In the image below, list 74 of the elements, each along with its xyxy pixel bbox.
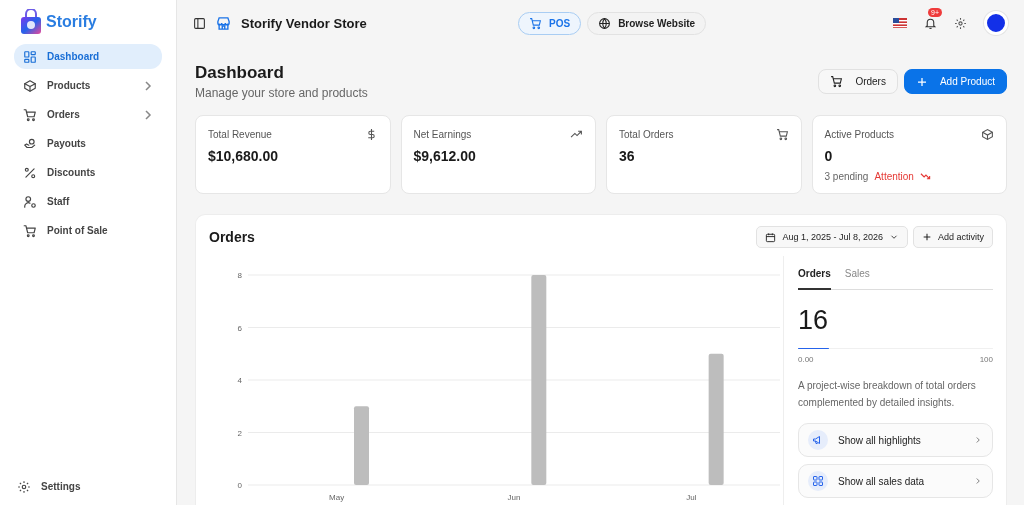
axis-category-label: Jun	[507, 493, 521, 502]
axis-category-label: May	[329, 493, 345, 502]
box-icon	[23, 78, 37, 93]
sidebar-item[interactable]: Discounts	[14, 160, 162, 185]
cart-icon	[23, 223, 37, 238]
avatar[interactable]	[984, 11, 1008, 35]
plus-icon	[915, 75, 928, 88]
sidebar-item[interactable]: Dashboard	[14, 44, 162, 69]
axis-tick-label: 2	[237, 428, 242, 438]
cart-icon	[775, 128, 789, 141]
stat-value: $9,612.00	[413, 148, 477, 164]
pos-button[interactable]: POS	[518, 11, 582, 35]
people-icon	[23, 194, 37, 209]
cart-icon	[529, 16, 542, 30]
axis-category-label: Jul	[686, 493, 697, 502]
stat-value: 0	[824, 148, 834, 164]
trending-down-icon	[919, 172, 931, 181]
tab[interactable]: Sales	[844, 264, 870, 290]
panel-title: Orders	[209, 229, 255, 245]
browse-website-button[interactable]: Browse Website	[587, 11, 707, 35]
progress-max-label: 100	[979, 355, 993, 364]
percent-icon	[23, 165, 37, 180]
trending-up-icon	[570, 128, 583, 141]
axis-tick-label: 4	[237, 376, 242, 385]
axis-tick-label: 6	[237, 323, 242, 333]
chevron-right-icon	[143, 79, 153, 92]
stat-label: Total Orders	[619, 129, 674, 140]
add-activity-button[interactable]: Add activity	[912, 226, 993, 248]
stat-label: Total Revenue	[208, 129, 272, 140]
globe-icon	[598, 16, 612, 30]
sidebar-item[interactable]: Staff	[14, 189, 162, 214]
box-icon	[981, 128, 994, 141]
settings-link[interactable]: Settings	[14, 474, 162, 499]
chevron-right-icon	[143, 108, 153, 121]
plus-icon	[921, 232, 932, 242]
date-range-picker[interactable]: Aug 1, 2025 - Jul 8, 2026	[756, 226, 908, 248]
store-name: Storify Vendor Store	[241, 15, 367, 31]
cart-icon	[830, 75, 844, 88]
flag-icon[interactable]	[893, 18, 907, 28]
settings-icon	[17, 479, 31, 494]
sidebar-item[interactable]: Payouts	[14, 131, 162, 156]
sidebar-item[interactable]: Point of Sale	[14, 218, 162, 243]
orders-button[interactable]: Orders	[818, 69, 898, 94]
settings-icon[interactable]	[954, 16, 967, 30]
stat-value: $10,680.00	[208, 148, 280, 164]
show-link-button[interactable]: Show all sales data	[798, 464, 993, 498]
bell-icon[interactable]	[924, 16, 937, 30]
sidebar-toggle-icon[interactable]	[193, 16, 206, 30]
store-icon	[216, 15, 231, 31]
description: A project-wise breakdown of total orders complemented by detailed insights.	[798, 379, 977, 410]
add-product-button[interactable]: Add Product	[903, 69, 1007, 94]
logo-icon	[20, 9, 42, 35]
pending-note: 3 pending	[824, 171, 869, 182]
tab[interactable]: Orders	[798, 264, 831, 290]
megaphone-icon	[808, 430, 828, 450]
attention-label: Attention	[874, 171, 914, 182]
sidebar-item[interactable]: Orders	[14, 102, 162, 127]
progress-min-label: 0.00	[798, 355, 814, 364]
hand-coins-icon	[23, 136, 37, 151]
stat-label: Active Products	[824, 129, 894, 140]
page-subtitle: Manage your store and products	[195, 86, 368, 100]
calendar-icon	[765, 231, 777, 243]
axis-tick-label: 0	[237, 481, 242, 490]
axis-tick-label: 8	[237, 271, 242, 280]
grid-icon	[23, 49, 37, 64]
grid-icon	[808, 471, 828, 491]
stat-value: 36	[619, 148, 636, 164]
show-link-button[interactable]: Show all highlights	[798, 423, 993, 457]
sidebar-item[interactable]: Products	[14, 73, 162, 98]
brand-name: Storify	[46, 13, 97, 31]
orders-count: 16	[798, 305, 830, 336]
page-title: Dashboard	[195, 63, 285, 83]
stat-label: Net Earnings	[413, 129, 472, 140]
cart-icon	[23, 107, 37, 122]
